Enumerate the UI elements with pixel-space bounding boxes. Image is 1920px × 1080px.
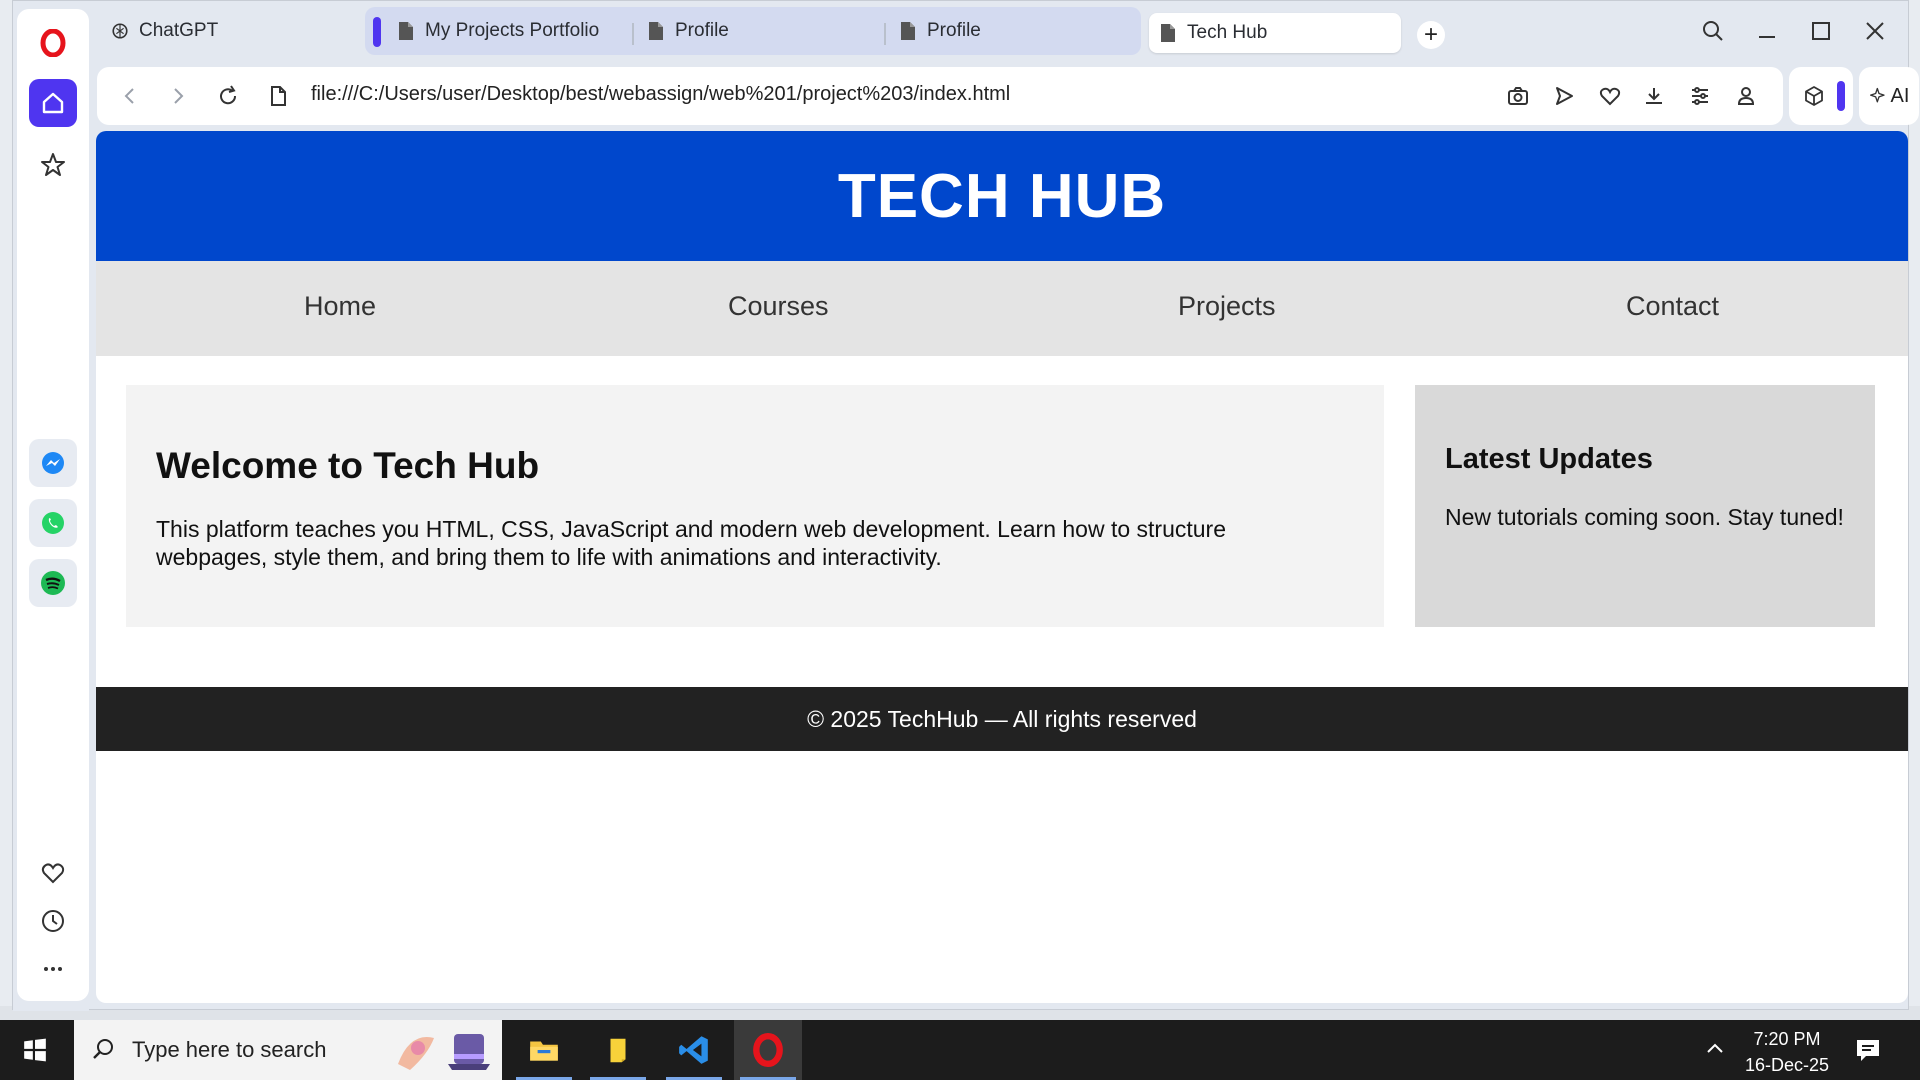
tab-chatgpt[interactable]: ChatGPT [111,11,218,51]
file-icon [263,81,293,111]
download-icon[interactable] [1639,81,1669,111]
clock-date: 16-Dec-25 [1744,1055,1830,1075]
extension-accent [1837,81,1845,111]
search-icon [93,1039,113,1059]
bookmark-heart-icon[interactable] [1595,81,1625,111]
heart-icon[interactable] [29,849,77,897]
address-bar: file:///C:/Users/user/Desktop/best/webas… [97,67,1783,125]
nav-link-courses[interactable]: Courses [728,291,829,322]
browser-sidebar [13,1,89,1011]
close-icon[interactable] [1859,15,1891,47]
new-tab-button[interactable]: + [1417,21,1445,49]
aside-heading: Latest Updates [1445,443,1653,475]
windows-start-icon[interactable] [0,1020,70,1080]
tab-label: Profile [675,20,729,41]
footer-text: © 2025 TechHub — All rights reserved [807,705,1197,732]
page-viewport: TECH HUB Home Courses Projects Contact W… [96,131,1908,1003]
nav-link-contact[interactable]: Contact [1626,291,1719,322]
page-icon [1161,24,1175,42]
notifications-icon[interactable] [1852,1034,1884,1066]
browser-window: ChatGPT My Projects Portfolio Profile Pr… [12,0,1919,1011]
reload-icon[interactable] [213,81,243,111]
chatgpt-icon [112,23,128,39]
page-icon [649,22,663,40]
tab-label: Profile [927,20,981,41]
history-icon[interactable] [29,897,77,945]
main-heading: Welcome to Tech Hub [156,445,540,486]
search-tabs-icon[interactable] [1697,15,1729,47]
taskbar: Type here to search 7:20 PM 16-Dec-25 [0,1020,1920,1080]
opera-menu-icon[interactable] [29,19,77,67]
whatsapp-icon[interactable] [29,499,77,547]
tab-separator [632,23,634,45]
spotify-icon[interactable] [29,559,77,607]
page-icon [399,22,413,40]
site-nav: Home Courses Projects Contact [96,261,1908,356]
tab-label: Tech Hub [1187,22,1268,43]
desktop-edge-left [0,0,12,1018]
sticky-notes-icon[interactable] [584,1020,652,1080]
tab-profile[interactable]: Profile [647,11,729,51]
taskbar-search[interactable]: Type here to search [74,1020,502,1080]
page-icon [901,22,915,40]
extensions-box [1789,67,1853,125]
main-section: Welcome to Tech Hub This platform teache… [126,385,1384,627]
easy-setup-icon[interactable] [1685,81,1715,111]
aside-text: New tutorials coming soon. Stay tuned! [1445,504,1844,530]
site-footer: © 2025 TechHub — All rights reserved [96,687,1908,751]
tab-group-accent [373,17,381,47]
search-placeholder: Type here to search [132,1037,327,1062]
ai-label: AI [1890,84,1910,107]
sparkle-icon [1869,87,1885,103]
site-title: TECH HUB [837,161,1167,231]
vscode-icon[interactable] [660,1020,728,1080]
forward-icon[interactable] [163,81,193,111]
taskbar-clock[interactable]: 7:20 PM 16-Dec-25 [1732,1026,1842,1078]
nav-link-projects[interactable]: Projects [1178,291,1276,322]
aside-updates: Latest Updates New tutorials coming soon… [1415,385,1875,627]
search-highlight-illustration [398,1034,490,1070]
url-field[interactable]: file:///C:/Users/user/Desktop/best/webas… [311,83,1010,106]
profile-icon[interactable] [1731,81,1761,111]
camera-icon[interactable] [1503,81,1533,111]
send-icon[interactable] [1549,81,1579,111]
tab-separator [884,23,886,45]
file-explorer-icon[interactable] [510,1020,578,1080]
tab-tech-hub[interactable]: Tech Hub [1149,13,1401,53]
extensions-cube-icon[interactable] [1799,81,1829,111]
messenger-icon[interactable] [29,439,77,487]
ai-button[interactable]: AI [1859,67,1919,125]
tab-label: ChatGPT [139,20,219,41]
show-hidden-icons-icon[interactable] [1702,1036,1728,1062]
opera-taskbar-icon[interactable] [734,1020,802,1080]
main-text: This platform teaches you HTML, CSS, Jav… [156,516,1227,570]
site-header: TECH HUB [96,131,1908,261]
tab-my-projects-portfolio[interactable]: My Projects Portfolio [397,11,599,51]
back-icon[interactable] [115,81,145,111]
more-icon[interactable] [29,945,77,993]
home-icon[interactable] [29,79,77,127]
minimize-icon[interactable] [1751,15,1783,47]
star-icon[interactable] [29,141,77,189]
tab-profile-2[interactable]: Profile [899,11,981,51]
nav-link-home[interactable]: Home [304,291,376,322]
maximize-icon[interactable] [1805,15,1837,47]
tab-strip: ChatGPT My Projects Portfolio Profile Pr… [97,7,1897,55]
clock-time: 7:20 PM [1753,1029,1821,1049]
tab-label: My Projects Portfolio [425,20,600,41]
